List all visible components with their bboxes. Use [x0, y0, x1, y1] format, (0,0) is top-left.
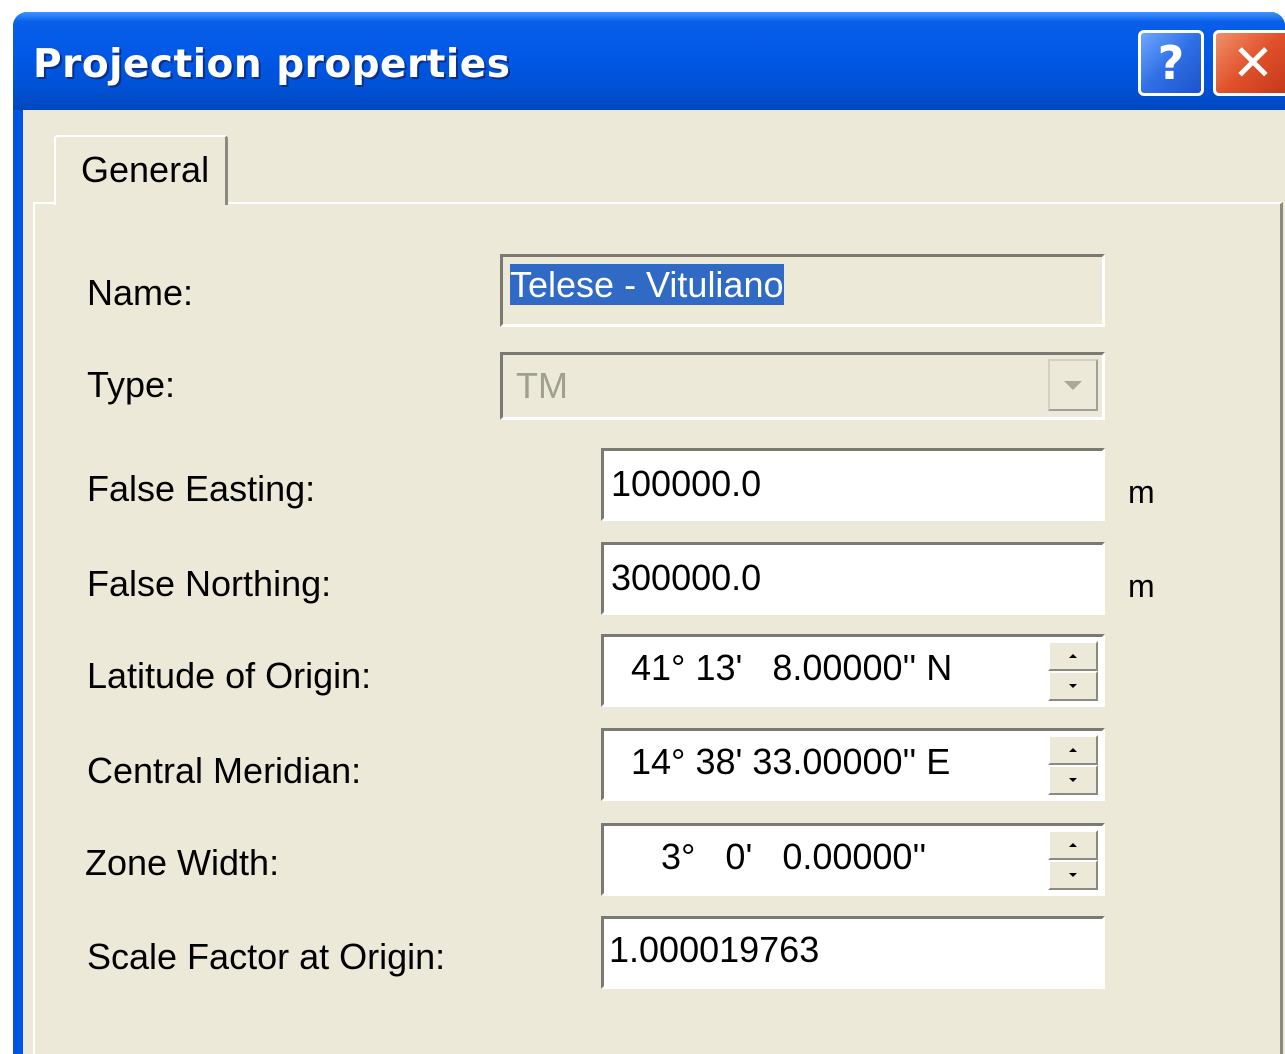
type-value: TM	[516, 365, 568, 406]
latitude-of-origin-label: Latitude of Origin:	[87, 655, 372, 696]
name-value: Telese - Vituliano	[510, 264, 784, 305]
latitude-of-origin-spinner[interactable]: 41° 13' 8.00000'' N	[601, 634, 1105, 707]
help-button[interactable]: ?	[1138, 30, 1204, 96]
arrow-down-icon	[1069, 778, 1077, 782]
scale-factor-input[interactable]: 1.000019763	[601, 916, 1105, 989]
chevron-down-icon	[1064, 380, 1082, 390]
latitude-of-origin-value: 41° 13' 8.00000'' N	[631, 647, 953, 688]
type-dropdown-button[interactable]	[1048, 359, 1098, 411]
false-easting-value: 100000.0	[611, 463, 762, 504]
latitude-spin-buttons	[1048, 641, 1098, 701]
type-label: Type:	[87, 364, 176, 405]
central-meridian-spinner[interactable]: 14° 38' 33.00000'' E	[601, 728, 1105, 801]
type-dropdown[interactable]: TM	[500, 352, 1105, 420]
close-icon: ✕	[1232, 34, 1274, 92]
zone-width-label: Zone Width:	[85, 842, 280, 883]
tab-general[interactable]: General	[54, 135, 228, 205]
projection-properties-dialog: Projection properties ? ✕ General Name: …	[13, 12, 1285, 1054]
zone-width-value: 3° 0' 0.00000''	[661, 836, 927, 877]
scale-factor-label: Scale Factor at Origin:	[87, 936, 446, 977]
false-northing-unit: m	[1128, 568, 1155, 604]
latitude-spin-up[interactable]	[1048, 641, 1098, 671]
false-northing-value: 300000.0	[611, 557, 762, 598]
meridian-spin-buttons	[1048, 735, 1098, 795]
tab-general-label: General	[81, 149, 210, 190]
meridian-spin-up[interactable]	[1048, 735, 1098, 765]
zone-width-spin-up[interactable]	[1048, 830, 1098, 860]
scale-factor-value: 1.000019763	[609, 929, 820, 970]
meridian-spin-down[interactable]	[1048, 765, 1098, 795]
name-field[interactable]: Telese - Vituliano	[500, 254, 1105, 327]
arrow-down-icon	[1069, 684, 1077, 688]
false-easting-label: False Easting:	[87, 468, 316, 509]
name-label: Name:	[87, 272, 194, 313]
arrow-up-icon	[1069, 748, 1077, 752]
dialog-body: General Name: Telese - Vituliano Type: T…	[23, 110, 1285, 1054]
false-northing-label: False Northing:	[87, 563, 332, 604]
central-meridian-label: Central Meridian:	[87, 750, 362, 791]
zone-width-spinner[interactable]: 3° 0' 0.00000''	[601, 823, 1105, 896]
close-button[interactable]: ✕	[1213, 30, 1285, 96]
central-meridian-value: 14° 38' 33.00000'' E	[631, 741, 951, 782]
help-icon: ?	[1157, 36, 1185, 90]
false-easting-input[interactable]: 100000.0	[601, 448, 1105, 521]
zone-width-spin-buttons	[1048, 830, 1098, 890]
title-bar[interactable]: Projection properties ? ✕	[13, 12, 1285, 110]
arrow-up-icon	[1069, 843, 1077, 847]
arrow-down-icon	[1069, 873, 1077, 877]
false-easting-unit: m	[1128, 474, 1155, 510]
arrow-up-icon	[1069, 654, 1077, 658]
zone-width-spin-down[interactable]	[1048, 860, 1098, 890]
false-northing-input[interactable]: 300000.0	[601, 542, 1105, 615]
dialog-title: Projection properties	[33, 42, 511, 87]
latitude-spin-down[interactable]	[1048, 671, 1098, 701]
